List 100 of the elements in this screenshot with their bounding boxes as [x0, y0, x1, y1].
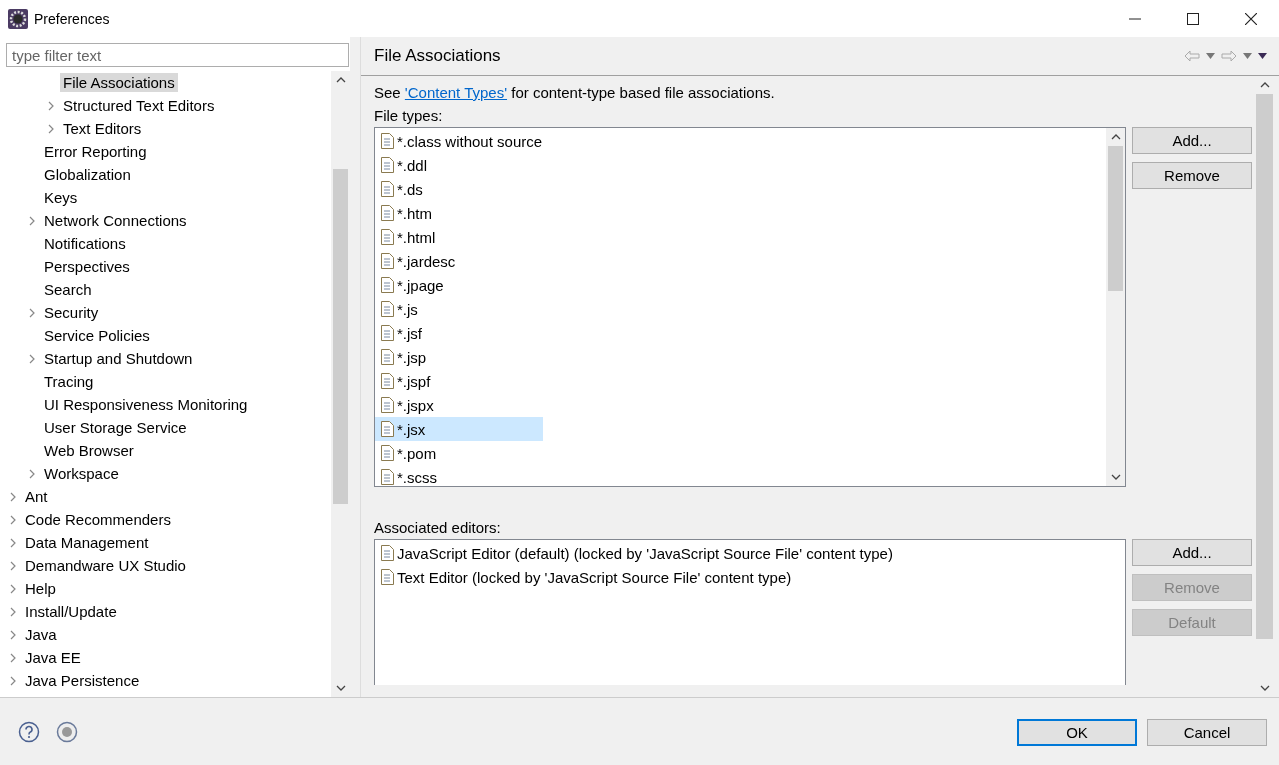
forward-arrow-icon[interactable]	[1221, 50, 1237, 62]
chevron-icon[interactable]	[29, 468, 35, 479]
maximize-icon[interactable]	[1187, 12, 1199, 25]
file-type-item[interactable]: *.scss	[375, 465, 445, 486]
tree-item[interactable]: Code Recommenders	[22, 510, 174, 529]
associated-editors-label: Associated editors:	[374, 518, 502, 538]
editor-item[interactable]: JavaScript Editor (default) (locked by 'JavaScript Source File' content type)	[375, 541, 901, 565]
file-type-item[interactable]: *.html	[375, 225, 444, 249]
tree-item[interactable]: Data Management	[22, 533, 152, 552]
list-button[interactable]: Add...	[1132, 127, 1252, 154]
chevron-icon[interactable]	[10, 629, 16, 640]
file-icon	[381, 397, 394, 413]
file-type-item[interactable]: *.jsx	[375, 417, 543, 441]
app-gear-icon	[8, 8, 28, 29]
tree-item[interactable]: Tracing	[41, 372, 97, 391]
tree-item[interactable]: User Storage Service	[41, 418, 190, 437]
tree-item[interactable]: Keys	[41, 188, 81, 207]
filter-field[interactable]: type filter text	[6, 43, 349, 67]
list-button[interactable]: Add...	[1132, 539, 1252, 566]
tree-item[interactable]: Notifications	[41, 234, 129, 253]
record-icon[interactable]	[56, 720, 78, 743]
file-icon	[381, 421, 394, 437]
dropdown-icon[interactable]	[1243, 53, 1252, 59]
tree-item[interactable]: File Associations	[60, 73, 178, 92]
chevron-icon[interactable]	[10, 583, 16, 594]
dialog-button[interactable]: Cancel	[1147, 719, 1267, 746]
chevron-icon[interactable]	[10, 606, 16, 617]
scroll-up-icon[interactable]	[335, 77, 346, 83]
file-type-item[interactable]: *.jspf	[375, 369, 439, 393]
file-icon	[381, 181, 394, 197]
chevron-icon[interactable]	[10, 537, 16, 548]
dialog-button[interactable]: OK	[1017, 719, 1137, 746]
tree-item[interactable]: Globalization	[41, 165, 134, 184]
file-icon	[381, 253, 394, 269]
file-type-item[interactable]: *.jspx	[375, 393, 442, 417]
chevron-icon[interactable]	[48, 123, 54, 134]
chevron-icon[interactable]	[48, 100, 54, 111]
scrollbar[interactable]	[331, 71, 350, 697]
tree-item[interactable]: Perspectives	[41, 257, 133, 276]
file-type-item[interactable]: *.jsp	[375, 345, 435, 369]
scroll-down-icon[interactable]	[1110, 474, 1121, 480]
tree-item[interactable]: Java Persistence	[22, 671, 143, 690]
tree-item[interactable]: UI Responsiveness Monitoring	[41, 395, 251, 414]
file-types-label: File types:	[374, 106, 444, 126]
tree-item[interactable]: Java EE	[22, 648, 84, 667]
tree-item[interactable]: Error Reporting	[41, 142, 150, 161]
chevron-icon[interactable]	[29, 307, 35, 318]
scroll-up-icon[interactable]	[1259, 82, 1270, 88]
scroll-down-icon[interactable]	[1259, 685, 1270, 691]
chevron-icon[interactable]	[29, 215, 35, 226]
file-type-item[interactable]: *.pom	[375, 441, 445, 465]
file-type-item[interactable]: *.js	[375, 297, 426, 321]
file-icon	[381, 349, 394, 365]
file-type-item[interactable]: *.jsf	[375, 321, 430, 345]
chevron-icon[interactable]	[29, 353, 35, 364]
scrollbar[interactable]	[1106, 128, 1125, 486]
chevron-icon[interactable]	[10, 560, 16, 571]
file-type-item[interactable]: *.htm	[375, 201, 440, 225]
tree-item[interactable]: Structured Text Editors	[60, 96, 218, 115]
page-title: File Associations	[374, 46, 501, 66]
list-button[interactable]: Remove	[1132, 162, 1252, 189]
file-icon	[381, 373, 394, 389]
tree-item[interactable]: Search	[41, 280, 95, 299]
file-icon	[381, 277, 394, 293]
file-icon	[381, 205, 394, 221]
scroll-down-icon[interactable]	[335, 685, 346, 691]
close-icon[interactable]	[1245, 12, 1257, 25]
tree-item[interactable]: Ant	[22, 487, 51, 506]
tree-item[interactable]: Security	[41, 303, 102, 322]
content-types-link[interactable]: 'Content Types'	[404, 84, 508, 101]
tree-item[interactable]: Help	[22, 579, 59, 598]
file-type-item[interactable]: *.class without source	[375, 129, 551, 153]
back-arrow-icon[interactable]	[1184, 50, 1200, 62]
tree-item[interactable]: Web Browser	[41, 441, 137, 460]
tree-item[interactable]: Text Editors	[60, 119, 145, 138]
tree-item[interactable]: Workspace	[41, 464, 122, 483]
dropdown-icon[interactable]	[1206, 53, 1215, 59]
chevron-icon[interactable]	[10, 514, 16, 525]
intro-text: See 'Content Types' for content-type based file associations.	[374, 83, 776, 103]
editor-item[interactable]: Text Editor (locked by 'JavaScript Source File' content type)	[375, 565, 800, 589]
file-type-item[interactable]: *.jpage	[375, 273, 452, 297]
tree-item[interactable]: Startup and Shutdown	[41, 349, 196, 368]
file-icon	[381, 157, 394, 173]
file-type-item[interactable]: *.ddl	[375, 153, 436, 177]
tree-item[interactable]: Network Connections	[41, 211, 190, 230]
scroll-up-icon[interactable]	[1110, 134, 1121, 140]
chevron-icon[interactable]	[10, 652, 16, 663]
tree-item[interactable]: Install/Update	[22, 602, 120, 621]
file-type-item[interactable]: *.ds	[375, 177, 431, 201]
file-type-item[interactable]: *.jardesc	[375, 249, 464, 273]
help-icon[interactable]	[18, 720, 40, 743]
tree-item[interactable]: Service Policies	[41, 326, 153, 345]
tree-item[interactable]: Demandware UX Studio	[22, 556, 189, 575]
file-icon	[381, 445, 394, 461]
chevron-icon[interactable]	[10, 675, 16, 686]
view-menu-icon[interactable]	[1258, 53, 1267, 59]
tree-item[interactable]: Java	[22, 625, 60, 644]
file-icon	[381, 301, 394, 317]
chevron-icon[interactable]	[10, 491, 16, 502]
file-icon	[381, 229, 394, 245]
